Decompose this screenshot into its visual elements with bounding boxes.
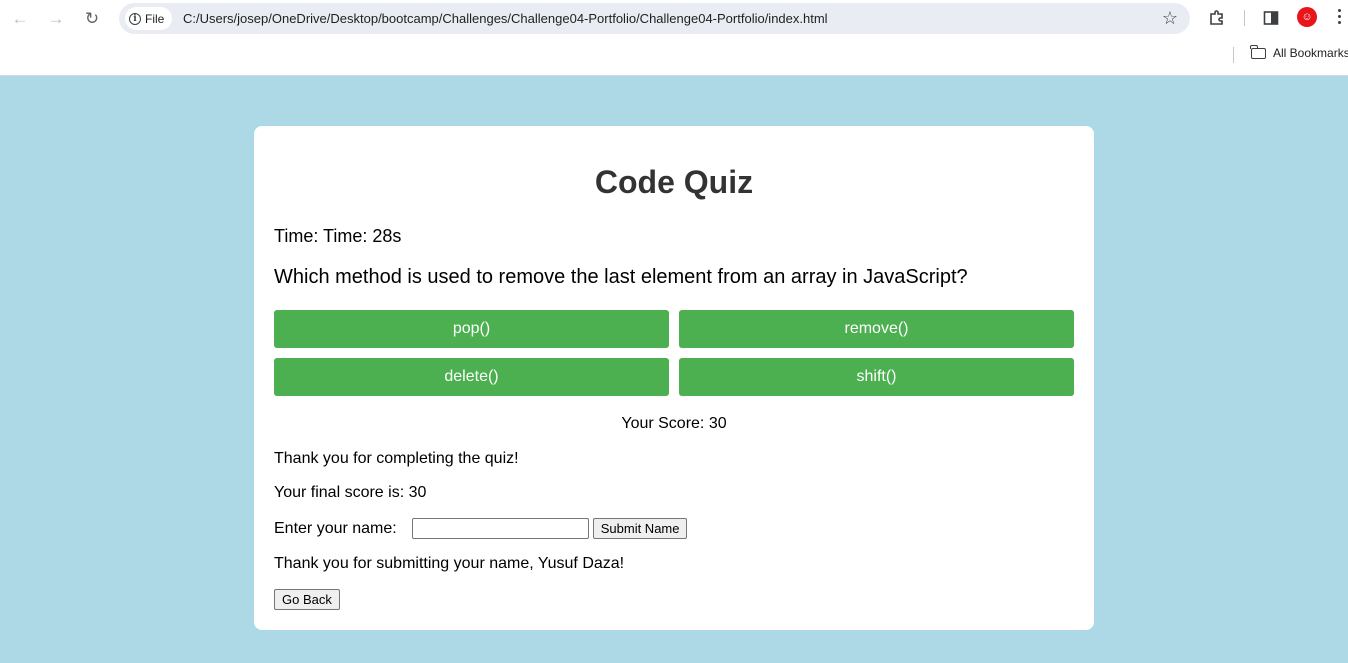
all-bookmarks-button[interactable]: All Bookmarks — [1250, 44, 1348, 60]
url-text[interactable]: C:/Users/josep/OneDrive/Desktop/bootcamp… — [183, 11, 828, 26]
folder-icon — [1250, 44, 1266, 59]
reload-icon[interactable]: ↻ — [81, 7, 103, 29]
timer-text: Time: Time: 28s — [274, 226, 402, 246]
score-text: Your Score: 30 — [621, 415, 727, 432]
name-form: Enter your name: Submit Name — [274, 518, 688, 539]
name-label: Enter your name: — [274, 519, 397, 537]
name-input[interactable] — [411, 518, 589, 539]
choice-button-pop[interactable]: pop() — [274, 310, 669, 348]
forward-arrow-icon[interactable]: → — [45, 7, 67, 29]
final-score-text: Your final score is: 30 — [274, 484, 427, 501]
more-menu-icon[interactable] — [1338, 9, 1342, 24]
page-title: Code Quiz — [594, 164, 754, 200]
choices-grid: pop() remove() delete() shift() — [274, 310, 1074, 396]
choice-button-remove[interactable]: remove() — [679, 310, 1074, 348]
bookmarks-divider — [1233, 47, 1234, 63]
info-icon: i — [129, 12, 141, 25]
browser-chrome: ← → ↻ i File C:/Users/josep/OneDrive/Des… — [0, 0, 1348, 76]
side-panel-icon[interactable] — [1259, 6, 1283, 30]
completion-message: Thank you for completing the quiz! — [274, 450, 519, 467]
choice-button-shift[interactable]: shift() — [679, 358, 1074, 396]
scheme-label: File — [145, 11, 165, 26]
toolbar-divider — [1244, 10, 1245, 26]
quiz-card: Code Quiz Time: Time: 28s Which method i… — [254, 126, 1094, 630]
question-text: Which method is used to remove the last … — [274, 266, 968, 288]
submission-message: Thank you for submitting your name, Yusu… — [274, 555, 625, 572]
go-back-button[interactable]: Go Back — [274, 589, 340, 610]
back-arrow-icon[interactable]: ← — [9, 7, 31, 29]
site-info-chip[interactable]: i File — [125, 7, 173, 30]
choice-button-delete[interactable]: delete() — [274, 358, 669, 396]
extensions-icon[interactable] — [1205, 6, 1229, 30]
profile-avatar[interactable]: ☺ — [1297, 7, 1317, 27]
submit-name-button[interactable]: Submit Name — [592, 518, 688, 539]
bookmark-star-icon[interactable]: ☆ — [1162, 8, 1178, 29]
all-bookmarks-label: All Bookmarks — [1273, 46, 1348, 60]
address-bar[interactable]: i File C:/Users/josep/OneDrive/Desktop/b… — [119, 3, 1190, 34]
